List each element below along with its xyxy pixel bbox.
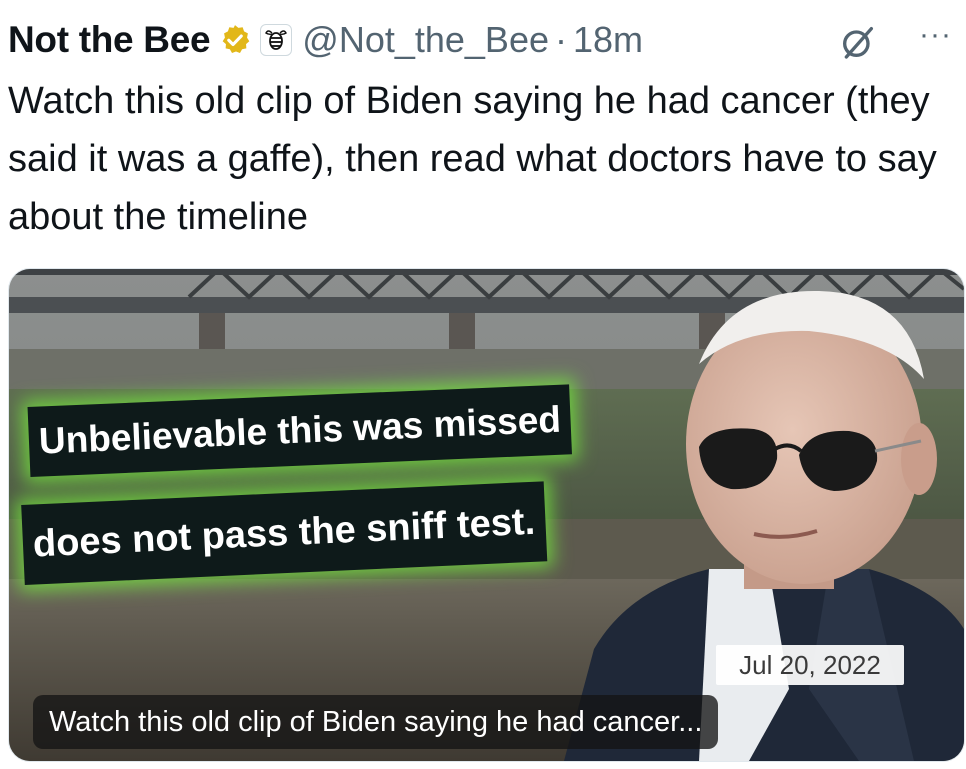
video-thumbnail[interactable]: Unbelievable this was missed does not pa… — [8, 268, 965, 762]
verified-badge-icon[interactable] — [218, 23, 252, 57]
date-stamp: Jul 20, 2022 — [716, 645, 904, 685]
tweet-header: Not the Bee @Not_the_Bee · 18m ··· — [8, 14, 956, 66]
tweet-text: Watch this old clip of Biden saying he h… — [8, 80, 937, 238]
more-options-icon[interactable]: ··· — [919, 18, 952, 52]
babylon-bee-affiliate-icon[interactable] — [260, 24, 293, 56]
video-caption: Watch this old clip of Biden saying he h… — [33, 695, 719, 749]
author-name[interactable]: Not the Bee — [8, 19, 211, 61]
grok-icon[interactable] — [838, 22, 878, 62]
timestamp[interactable]: 18m — [573, 19, 643, 61]
author-handle[interactable]: @Not_the_Bee — [302, 19, 549, 61]
separator-dot: · — [555, 19, 567, 60]
